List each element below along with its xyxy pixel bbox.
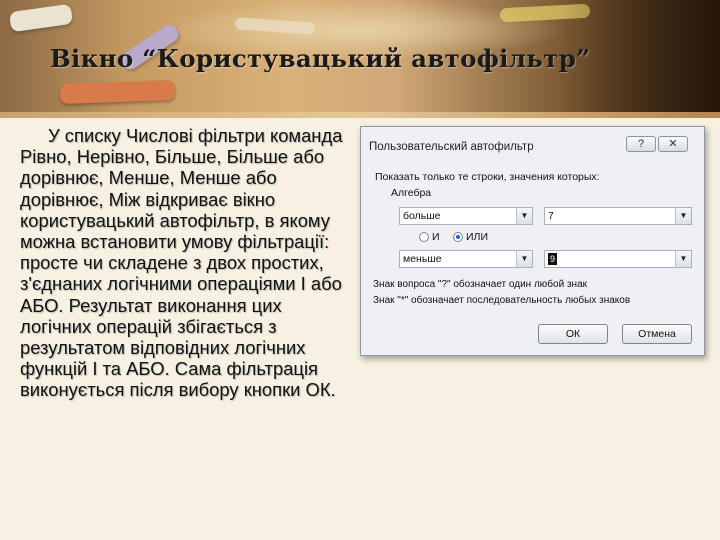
chevron-down-icon[interactable]: ▼ xyxy=(675,251,691,267)
condition1-value: 7 xyxy=(548,210,554,222)
chalk-piece xyxy=(8,3,74,33)
or-radio-label: ИЛИ xyxy=(466,231,488,243)
and-radio[interactable]: И xyxy=(419,231,440,243)
slide-body-text: У списку Числові фільтри команда Рівно, … xyxy=(20,125,343,401)
header-divider xyxy=(0,112,720,118)
help-button[interactable]: ? xyxy=(626,136,656,152)
ok-button[interactable]: ОК xyxy=(538,324,608,344)
or-radio[interactable]: ИЛИ xyxy=(453,231,488,243)
condition2-value: 9 xyxy=(548,253,557,266)
wildcard-hint-asterisk: Знак "*" обозначает последовательность л… xyxy=(373,295,631,306)
chalk-piece xyxy=(59,79,176,105)
dialog-caption: Показать только те строки, значения кото… xyxy=(375,171,600,183)
dialog-title: Пользовательский автофильтр xyxy=(369,141,534,153)
chevron-down-icon[interactable]: ▼ xyxy=(516,208,532,224)
radio-icon[interactable] xyxy=(419,232,429,242)
chevron-down-icon[interactable]: ▼ xyxy=(516,251,532,267)
condition2-operator-value: меньше xyxy=(403,253,442,265)
slide-title: Вікно “Користувацький автофільтр” xyxy=(50,44,591,73)
radio-icon[interactable] xyxy=(453,232,463,242)
cancel-button[interactable]: Отмена xyxy=(622,324,692,344)
condition1-operator-select[interactable]: больше ▼ xyxy=(399,207,533,225)
condition1-operator-value: больше xyxy=(403,210,441,222)
and-radio-label: И xyxy=(432,231,440,243)
condition2-operator-select[interactable]: меньше ▼ xyxy=(399,250,533,268)
chevron-down-icon[interactable]: ▼ xyxy=(675,208,691,224)
close-button[interactable]: ✕ xyxy=(658,136,688,152)
wildcard-hint-question: Знак вопроса "?" обозначает один любой з… xyxy=(373,279,587,290)
condition2-value-combo[interactable]: 9 ▼ xyxy=(544,250,692,268)
condition1-value-combo[interactable]: 7 ▼ xyxy=(544,207,692,225)
field-name-label: Алгебра xyxy=(391,187,432,199)
custom-autofilter-dialog: Пользовательский автофильтр ? ✕ Показать… xyxy=(360,126,705,356)
